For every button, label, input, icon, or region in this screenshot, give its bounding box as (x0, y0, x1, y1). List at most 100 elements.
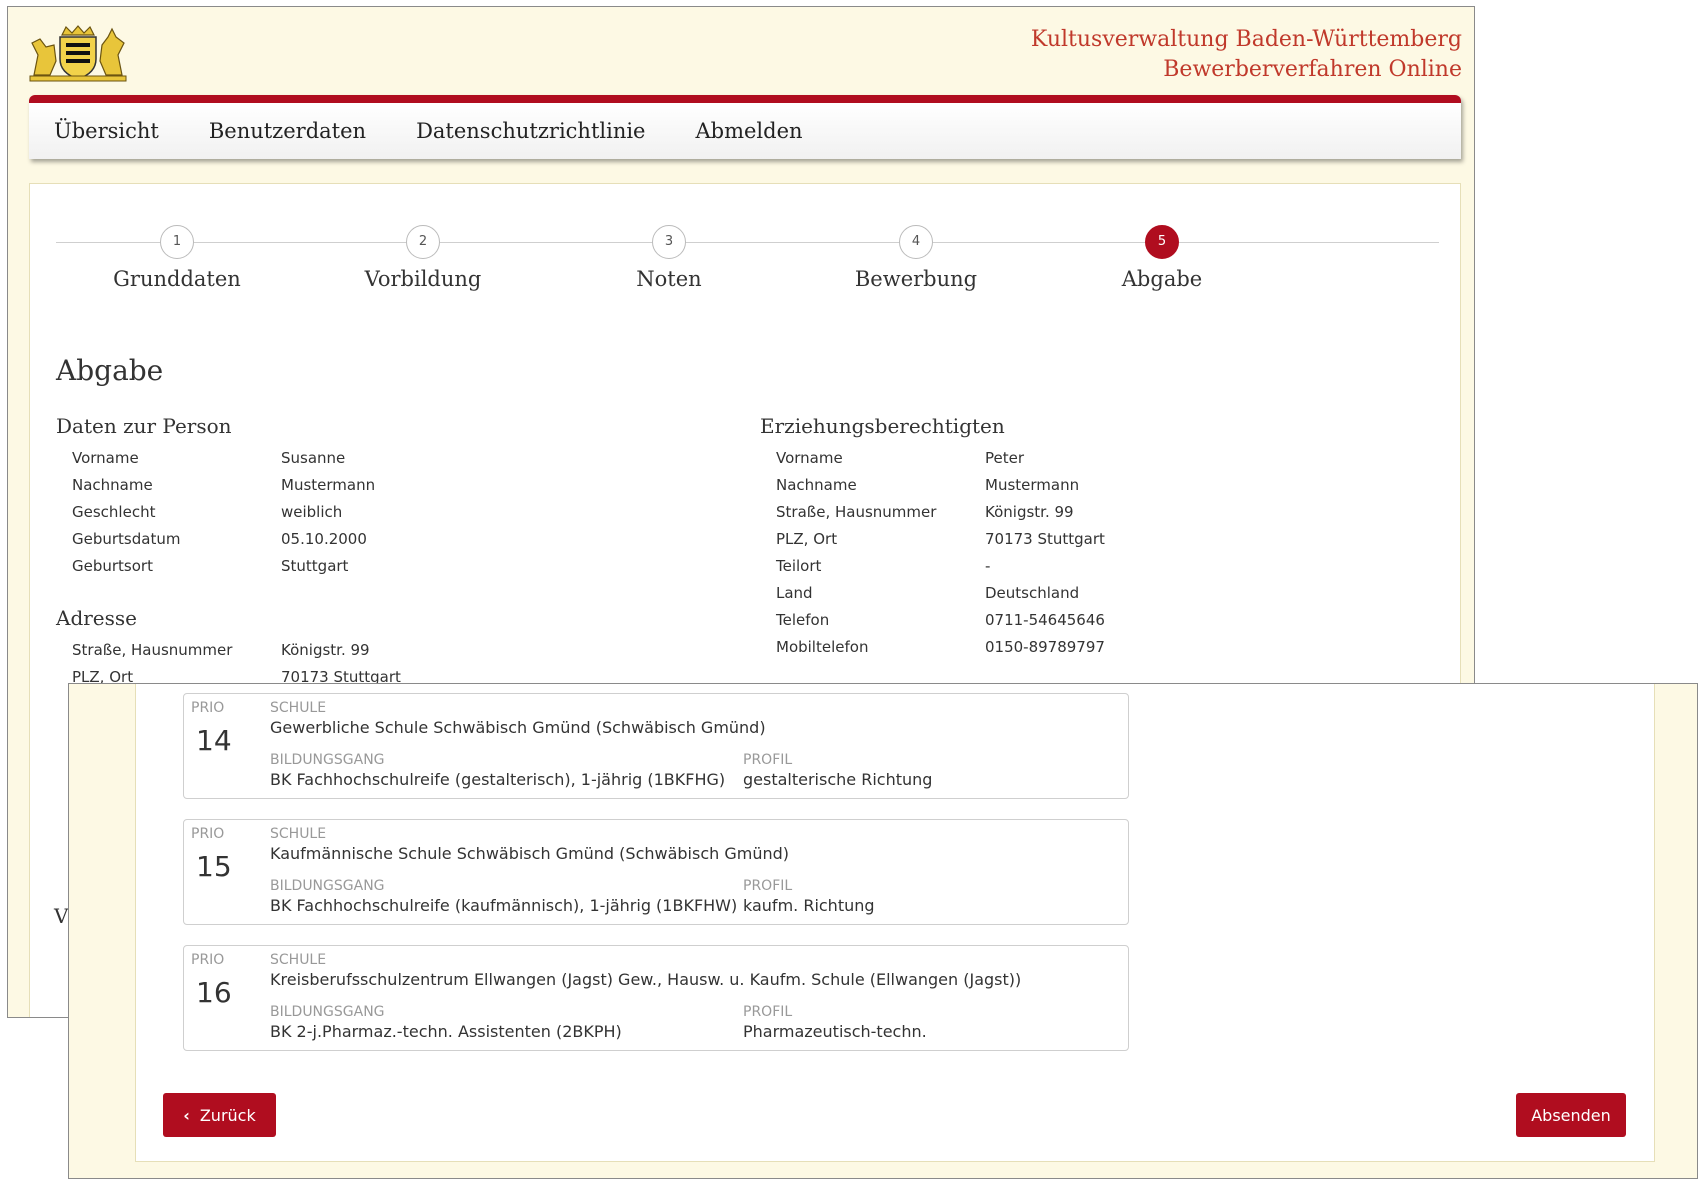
detail-key: Telefon (776, 611, 830, 629)
detail-value: 05.10.2000 (281, 530, 367, 548)
detail-key: Straße, Hausnummer (72, 641, 233, 659)
step-number: 2 (406, 225, 440, 259)
step-vorbildung[interactable]: 2 Vorbildung (323, 220, 523, 291)
prio-label: PRIO (191, 826, 225, 842)
schule-value: Kreisberufsschulzentrum Ellwangen (Jagst… (270, 970, 1022, 989)
submit-button[interactable]: Absenden (1516, 1093, 1626, 1137)
bildungsgang-value: BK Fachhochschulreife (gestalterisch), 1… (270, 770, 726, 789)
schule-label: SCHULE (270, 700, 327, 716)
nav-item-benutzerdaten[interactable]: Benutzerdaten (209, 119, 366, 143)
detail-value: 0150-89789797 (985, 638, 1105, 656)
brand-line-2: Bewerberverfahren Online (1163, 57, 1462, 82)
bildungsgang-value: BK 2-j.Pharmaz.-techn. Assistenten (2BKP… (270, 1022, 622, 1041)
profil-label: PROFIL (743, 878, 793, 894)
detail-row: Land Deutschland (776, 580, 1105, 607)
detail-key: Straße, Hausnummer (776, 503, 937, 521)
application-card: PRIO 16 SCHULE Kreisberufsschulzentrum E… (183, 945, 1129, 1051)
step-number: 5 (1145, 225, 1179, 259)
step-grunddaten[interactable]: 1 Grunddaten (77, 220, 277, 291)
profil-value: kaufm. Richtung (743, 896, 875, 915)
detail-key: Geschlecht (72, 503, 156, 521)
schule-label: SCHULE (270, 952, 327, 968)
detail-row: Teilort - (776, 553, 1105, 580)
step-number: 1 (160, 225, 194, 259)
detail-row: Mobiltelefon 0150-89789797 (776, 634, 1105, 661)
detail-key: Teilort (776, 557, 822, 575)
detail-row: Nachname Mustermann (72, 472, 375, 499)
detail-value: Susanne (281, 449, 346, 467)
prio-label: PRIO (191, 952, 225, 968)
guardian-details: Vorname Peter Nachname Mustermann Straße, … (776, 445, 1105, 661)
schule-label: SCHULE (270, 826, 327, 842)
step-label: Bewerbung (854, 267, 978, 291)
prio-number: 14 (196, 724, 232, 757)
nav-item-datenschutzrichtlinie[interactable]: Datenschutzrichtlinie (416, 119, 645, 143)
detail-row: Nachname Mustermann (776, 472, 1105, 499)
progress-stepper: 1 Grunddaten 2 Vorbildung 3 Noten 4 Bewe… (56, 220, 1439, 310)
person-details: Vorname Susanne Nachname Mustermann Geschl… (72, 445, 375, 580)
step-number: 3 (652, 225, 686, 259)
step-label: Noten (636, 267, 702, 291)
brand-title: Kultusverwaltung Baden-Württemberg Bewer… (1031, 25, 1462, 85)
person-heading: Daten zur Person (56, 414, 232, 438)
detail-row: Vorname Susanne (72, 445, 375, 472)
bildungsgang-label: BILDUNGSGANG (270, 752, 385, 768)
prio-number: 15 (196, 850, 232, 883)
detail-row: Geschlecht weiblich (72, 499, 375, 526)
step-bewerbung[interactable]: 4 Bewerbung (816, 220, 1016, 291)
nav-item-abmelden[interactable]: Abmelden (695, 119, 802, 143)
step-label: Grunddaten (113, 267, 241, 291)
back-button[interactable]: ‹ Zurück (163, 1093, 276, 1137)
bildungsgang-value: BK Fachhochschulreife (kaufmännisch), 1-… (270, 896, 738, 915)
detail-value: Mustermann (281, 476, 376, 494)
step-abgabe[interactable]: 5 Abgabe (1062, 220, 1262, 291)
nav-item-uebersicht[interactable]: Übersicht (54, 119, 159, 143)
detail-value: 0711-54645646 (985, 611, 1105, 629)
profil-label: PROFIL (743, 752, 793, 768)
detail-key: Geburtsdatum (72, 530, 181, 548)
schule-value: Kaufmännische Schule Schwäbisch Gmünd (S… (270, 844, 790, 863)
detail-value: 70173 Stuttgart (985, 530, 1105, 548)
chevron-left-icon: ‹ (183, 1105, 190, 1125)
detail-row: Geburtsort Stuttgart (72, 553, 375, 580)
detail-key: Vorname (776, 449, 843, 467)
profil-label: PROFIL (743, 1004, 793, 1020)
step-noten[interactable]: 3 Noten (569, 220, 769, 291)
profil-value: gestalterische Richtung (743, 770, 933, 789)
profil-value: Pharmazeutisch-techn. (743, 1022, 927, 1041)
submit-button-label: Absenden (1531, 1105, 1611, 1125)
detail-key: Nachname (72, 476, 153, 494)
detail-row: Telefon 0711-54645646 (776, 607, 1105, 634)
applications-card: PRIO 14 SCHULE Gewerbliche Schule Schwäb… (135, 684, 1655, 1162)
address-heading: Adresse (56, 606, 138, 630)
foreground-window: PRIO 14 SCHULE Gewerbliche Schule Schwäb… (68, 683, 1698, 1179)
detail-row: Straße, Hausnummer Königstr. 99 (72, 637, 401, 664)
back-button-label: Zurück (199, 1105, 256, 1125)
detail-key: Vorname (72, 449, 139, 467)
detail-value: Deutschland (985, 584, 1080, 602)
obscured-section-heading: V (54, 904, 69, 928)
detail-value: - (985, 557, 991, 575)
detail-value: weiblich (281, 503, 343, 521)
prio-number: 16 (196, 976, 232, 1009)
detail-value: Mustermann (985, 476, 1080, 494)
detail-key: Geburtsort (72, 557, 153, 575)
application-card: PRIO 15 SCHULE Kaufmännische Schule Schw… (183, 819, 1129, 925)
detail-value: Peter (985, 449, 1025, 467)
brand-line-1: Kultusverwaltung Baden-Württemberg (1030, 27, 1462, 52)
detail-value: Königstr. 99 (281, 641, 370, 659)
coat-of-arms-icon (28, 25, 128, 83)
detail-key: Mobiltelefon (776, 638, 869, 656)
detail-key: Land (776, 584, 813, 602)
guardian-heading: Erziehungsberechtigten (760, 414, 1005, 438)
prio-label: PRIO (191, 700, 225, 716)
main-navigation: Übersicht Benutzerdaten Datenschutzricht… (29, 95, 1461, 159)
step-number: 4 (899, 225, 933, 259)
detail-value: Königstr. 99 (985, 503, 1074, 521)
detail-row: Geburtsdatum 05.10.2000 (72, 526, 375, 553)
detail-key: Nachname (776, 476, 857, 494)
step-label: Abgabe (1121, 267, 1203, 291)
detail-key: PLZ, Ort (776, 530, 838, 548)
step-label: Vorbildung (364, 267, 482, 291)
detail-row: Vorname Peter (776, 445, 1105, 472)
